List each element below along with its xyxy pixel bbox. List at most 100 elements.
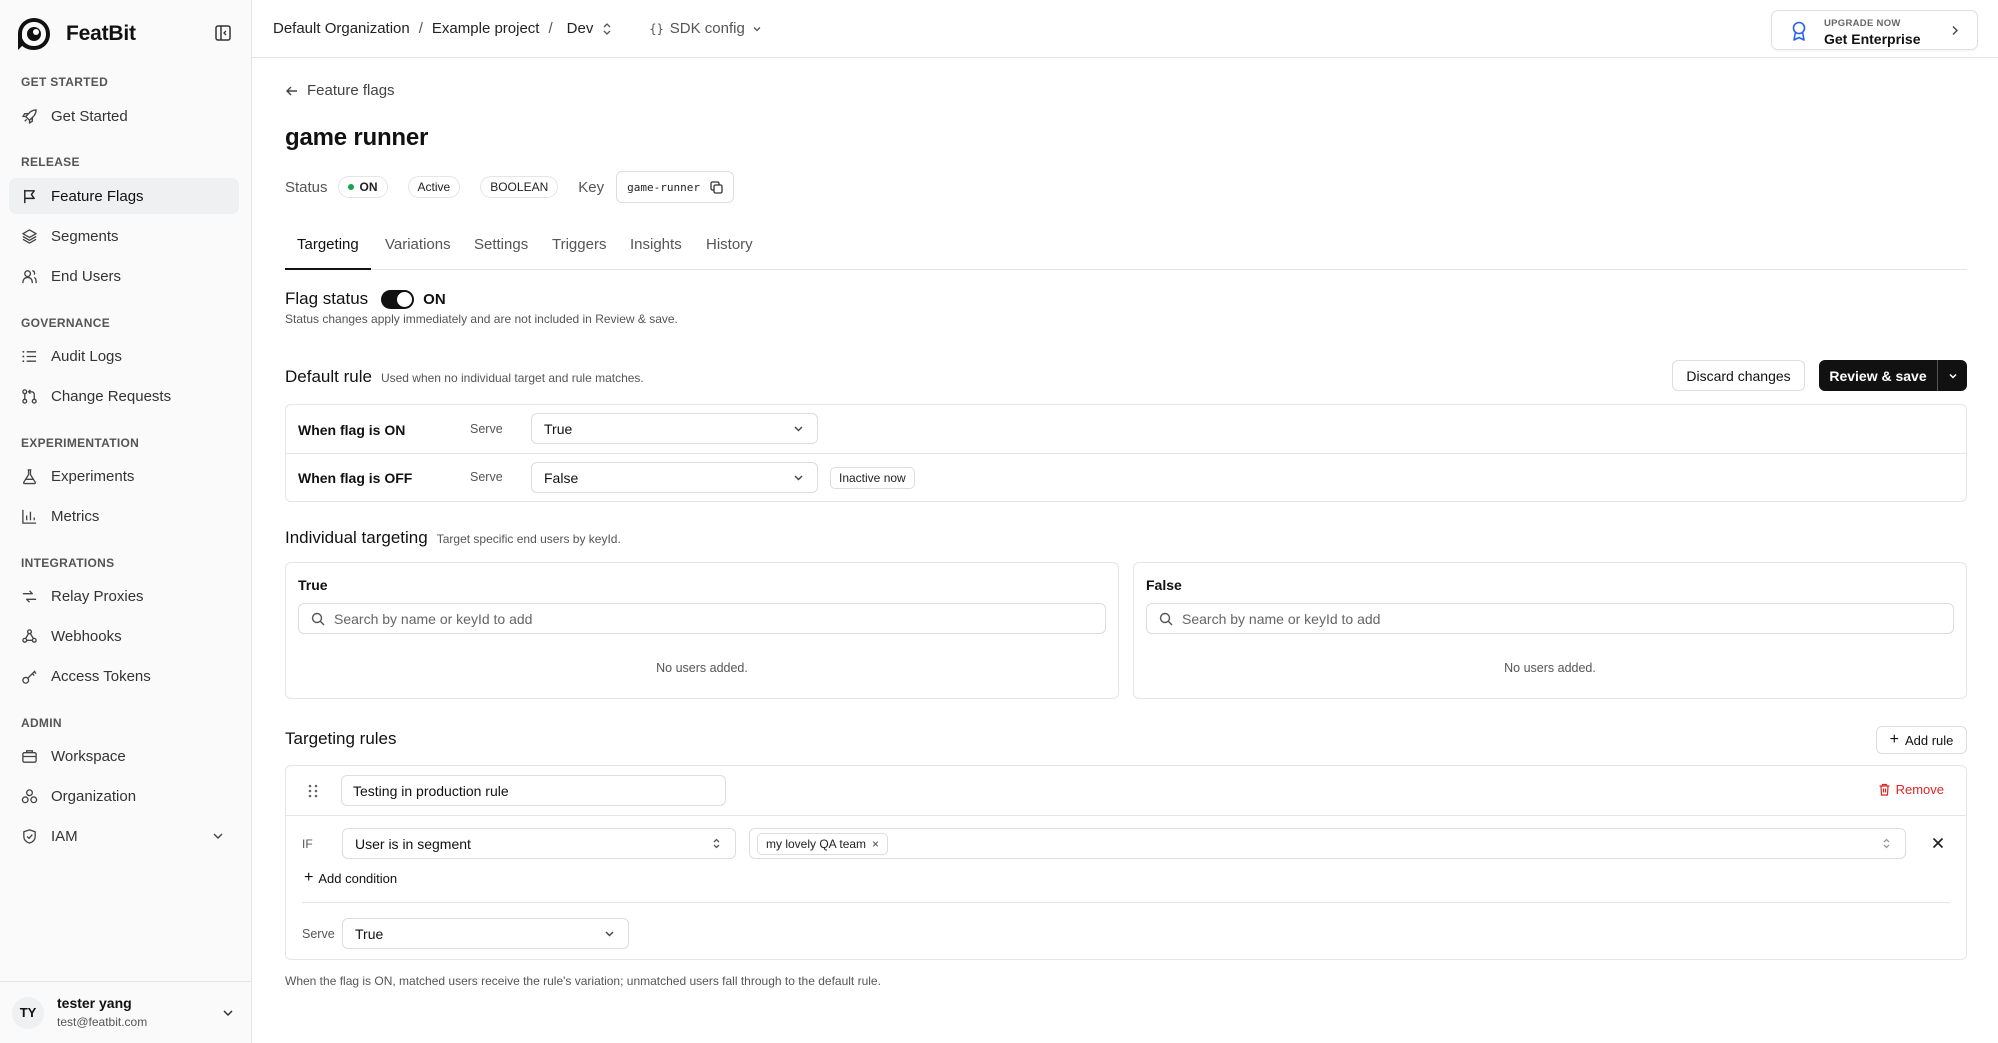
chevron-up-down-icon [1883,838,1890,849]
arrow-left-icon [286,86,297,95]
default-rule-header: Default rule Used when no individual tar… [285,367,644,387]
tab-insights[interactable]: Insights [630,236,682,253]
rule-serve-select[interactable]: True [342,918,629,949]
segment-multiselect[interactable]: my lovely QA team × [749,828,1906,859]
serve-on-select[interactable]: True [531,413,818,444]
sdk-config-label: SDK config [669,20,745,37]
sidebar-item-label: Relay Proxies [51,587,144,605]
user-email: test@featbit.com [57,1015,148,1029]
sidebar-item-label: Webhooks [51,627,122,645]
target-false-panel: False Search by name or keyId to add No … [1133,562,1967,699]
chevron-down-icon [753,26,761,31]
sidebar: FeatBit GET STARTED Get Started RELEASE … [0,0,252,1043]
condition-operator-select[interactable]: User is in segment [342,828,736,859]
list-icon [22,350,37,362]
upgrade-enterprise-button[interactable]: UPGRADE NOW Get Enterprise [1771,10,1978,50]
sidebar-item-audit-logs[interactable]: Audit Logs [9,338,239,374]
default-rule-subtitle: Used when no individual target and rule … [380,371,644,385]
target-false-empty: No users added. [1504,661,1596,675]
default-rule-title: Default rule [285,367,372,386]
sidebar-item-segments[interactable]: Segments [9,218,239,254]
target-true-placeholder: Search by name or keyId to add [334,610,533,627]
featbit-logo-icon [18,18,50,50]
target-true-search[interactable]: Search by name or keyId to add [298,603,1106,634]
when-on-label: When flag is ON [298,422,406,438]
chevron-down-icon [794,426,803,432]
search-icon [311,612,325,625]
sidebar-item-workspace[interactable]: Workspace [9,738,239,774]
sidebar-item-label: Change Requests [51,387,172,405]
breadcrumb-organization[interactable]: Default Organization [273,20,410,37]
tab-targeting[interactable]: Targeting [285,236,371,270]
chevron-down-icon [223,1010,233,1017]
sidebar-collapse-icon[interactable] [214,24,232,42]
sidebar-item-label: Audit Logs [51,347,122,365]
chevron-down-icon [605,931,614,937]
upgrade-small-label: UPGRADE NOW [1824,18,1901,29]
tab-settings[interactable]: Settings [474,236,528,253]
add-rule-button[interactable]: + Add rule [1876,726,1967,754]
app-name: FeatBit [66,22,136,45]
sidebar-item-label: Segments [51,227,119,245]
back-to-feature-flags-link[interactable]: Feature flags [285,82,395,99]
copy-icon[interactable] [710,180,723,194]
when-off-label: When flag is OFF [298,470,413,486]
top-bar: Default Organization / Example project /… [252,0,1998,58]
individual-targeting-subtitle: Target specific end users by keyId. [436,532,621,546]
target-true-title: True [298,577,328,593]
sidebar-item-change-requests[interactable]: Change Requests [9,378,239,414]
sidebar-item-label: Workspace [51,747,126,765]
discard-changes-button[interactable]: Discard changes [1672,360,1805,391]
sidebar-item-organization[interactable]: Organization [9,778,239,814]
flag-status-note: Status changes apply immediately and are… [285,312,678,326]
braces-icon: {} [649,21,664,36]
sidebar-item-label: Experiments [51,467,135,485]
upgrade-big-label: Get Enterprise [1824,31,1921,47]
sidebar-item-end-users[interactable]: End Users [9,258,239,294]
chevron-up-down-icon [603,22,611,35]
section-title-governance: GOVERNANCE [21,316,111,330]
sidebar-item-feature-flags[interactable]: Feature Flags [9,178,239,214]
environment-label: Dev [566,20,594,37]
sidebar-item-metrics[interactable]: Metrics [9,498,239,534]
flag-status-toggle[interactable] [381,289,415,309]
segment-chip-label: my lovely QA team [766,836,867,851]
target-false-search[interactable]: Search by name or keyId to add [1146,603,1954,634]
sidebar-item-experiments[interactable]: Experiments [9,458,239,494]
tab-triggers[interactable]: Triggers [552,236,606,253]
drag-handle-icon[interactable] [308,784,318,798]
sidebar-item-iam[interactable]: IAM [9,818,239,854]
rocket-icon [22,108,37,124]
add-condition-label: Add condition [318,870,398,886]
sdk-config-dropdown[interactable]: {} SDK config [649,20,763,37]
rule-name-input[interactable]: Testing in production rule [341,775,726,806]
users-icon [22,269,37,283]
remove-rule-button[interactable]: Remove [1878,782,1944,797]
sidebar-item-label: End Users [51,267,122,285]
user-menu[interactable]: TY tester yang test@featbit.com [0,981,251,1043]
sidebar-item-webhooks[interactable]: Webhooks [9,618,239,654]
tab-history[interactable]: History [706,236,753,253]
target-false-placeholder: Search by name or keyId to add [1182,610,1381,627]
serve-off-select[interactable]: False [531,462,818,493]
environment-switcher[interactable]: Dev [567,20,614,37]
page-title: game runner [285,124,429,151]
logo[interactable]: FeatBit [16,16,136,52]
individual-targeting-title: Individual targeting [285,528,428,547]
flask-icon [22,468,37,484]
default-rule-panel: When flag is ON Serve True When flag is … [285,404,1967,502]
sidebar-item-get-started[interactable]: Get Started [9,98,239,134]
remove-condition-icon[interactable] [1931,836,1945,850]
sidebar-item-relay-proxies[interactable]: Relay Proxies [9,578,239,614]
sidebar-item-access-tokens[interactable]: Access Tokens [9,658,239,694]
review-save-button[interactable]: Review & save [1819,368,1937,384]
sidebar-item-label: Organization [51,787,137,805]
plus-icon: + [1889,731,1899,748]
status-dot-icon [347,184,354,190]
add-condition-button[interactable]: + Add condition [304,870,397,886]
breadcrumb-project[interactable]: Example project [432,20,540,37]
review-save-menu-button[interactable] [1938,370,1967,382]
tab-variations[interactable]: Variations [385,236,451,253]
relay-icon [22,589,37,603]
chip-remove-icon[interactable]: × [872,837,879,851]
